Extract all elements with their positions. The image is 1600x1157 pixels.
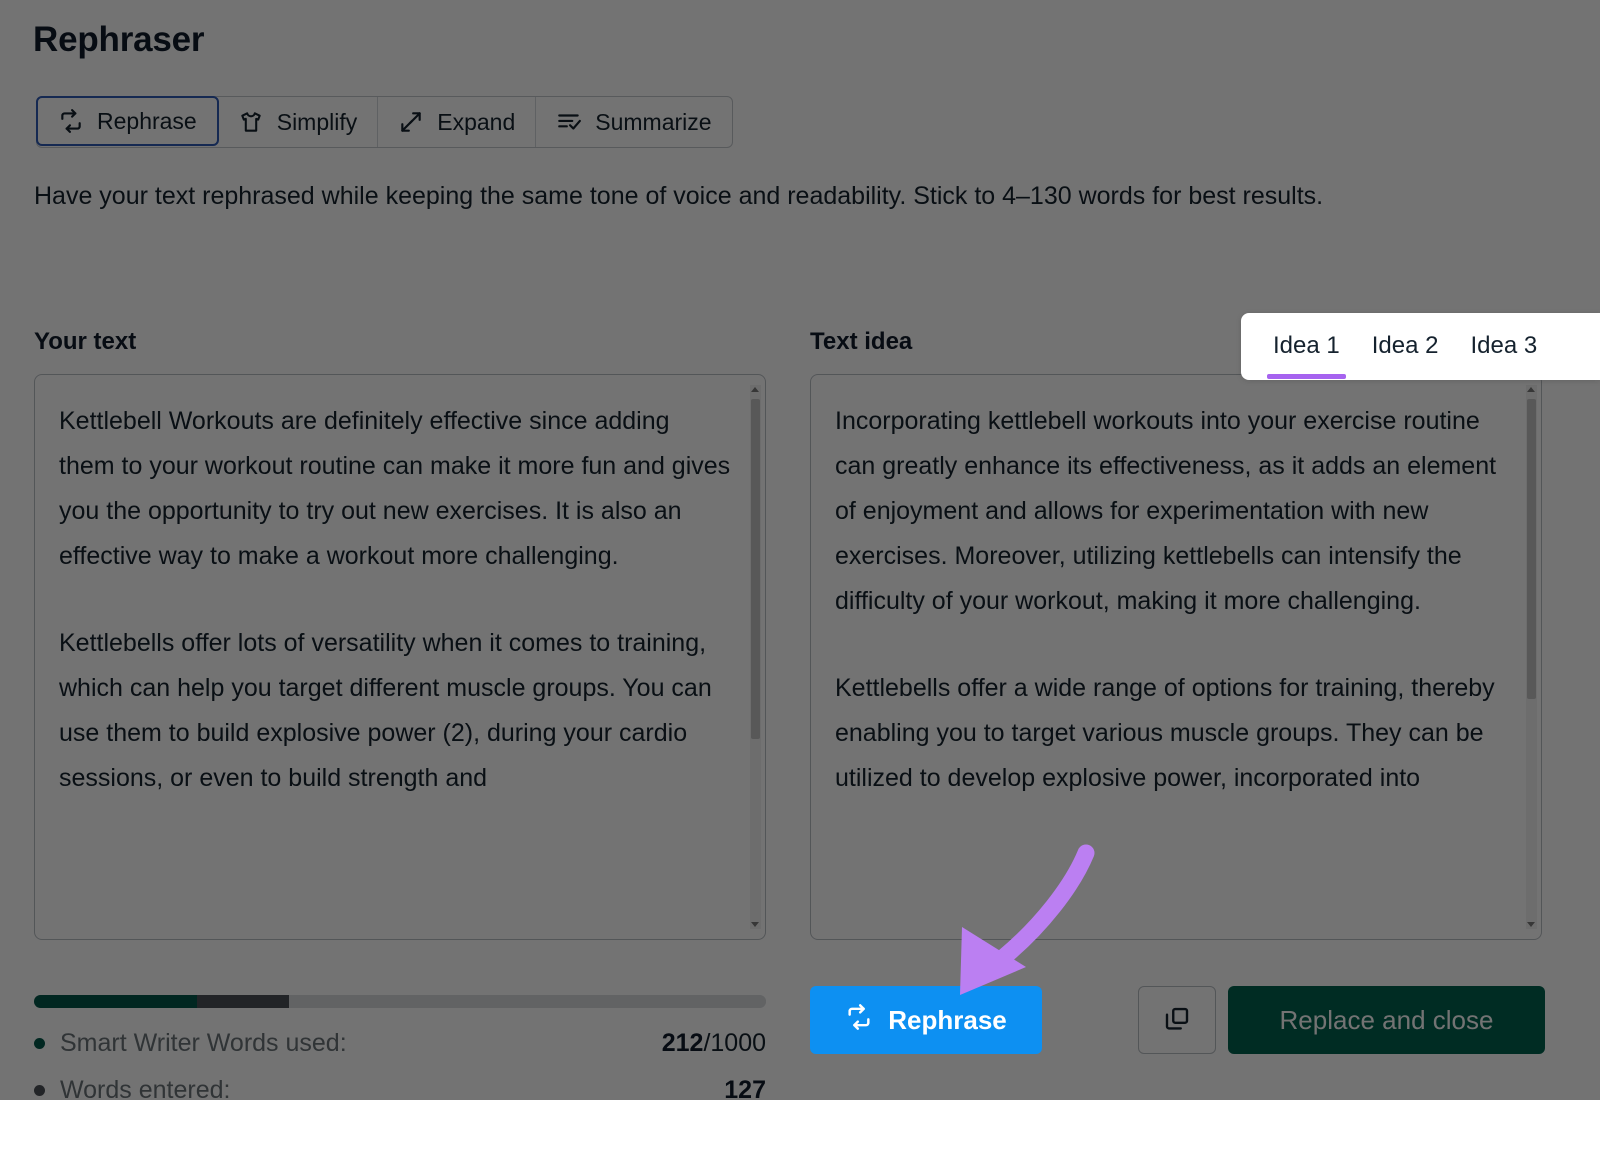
replace-and-close-label: Replace and close: [1280, 1005, 1494, 1036]
tab-simplify[interactable]: Simplify: [218, 97, 379, 147]
progress-segment-used: [34, 995, 197, 1008]
rephraser-modal: Rephraser Rephrase: [0, 0, 1600, 1157]
tab-simplify-label: Simplify: [277, 109, 358, 136]
tab-idea-3[interactable]: Idea 3: [1454, 316, 1553, 378]
scroll-up-arrow-icon[interactable]: [751, 387, 759, 392]
your-text-input[interactable]: Kettlebell Workouts are definitely effec…: [34, 374, 766, 940]
description-text: Have your text rephrased while keeping t…: [34, 178, 1534, 215]
replace-and-close-button[interactable]: Replace and close: [1228, 986, 1545, 1054]
stat-value: 212/1000: [662, 1029, 766, 1058]
rephrase-button[interactable]: Rephrase: [810, 986, 1042, 1054]
stat-row-smart-writer-words: Smart Writer Words used: 212/1000: [34, 1029, 766, 1058]
tab-rephrase[interactable]: Rephrase: [36, 96, 219, 146]
stat-label: Smart Writer Words used:: [60, 1029, 662, 1058]
page-bottom-area: [0, 1100, 1600, 1157]
rephrase-button-label: Rephrase: [888, 1005, 1007, 1036]
active-tab-underline: [1464, 374, 1543, 379]
copy-button[interactable]: [1138, 986, 1216, 1054]
progress-segment-entered: [197, 995, 289, 1008]
your-text-paragraph: Kettlebells offer lots of versatility wh…: [59, 621, 731, 801]
tab-idea-3-label: Idea 3: [1470, 332, 1537, 359]
expand-icon: [398, 109, 424, 135]
your-text-label: Your text: [34, 328, 766, 356]
stat-value-bold: 212: [662, 1029, 704, 1057]
mode-tab-group: Rephrase Simplify: [36, 96, 733, 148]
active-tab-underline: [1267, 374, 1346, 379]
rephrase-icon: [845, 1003, 873, 1038]
text-idea-paragraph: Incorporating kettlebell workouts into y…: [835, 399, 1507, 624]
rephrase-icon: [58, 108, 84, 134]
copy-icon: [1162, 1004, 1192, 1037]
progress-segment-remaining: [289, 995, 766, 1008]
usage-progress-bar: [34, 995, 766, 1008]
text-idea-paragraph: Kettlebells offer a wide range of option…: [835, 666, 1507, 801]
tab-summarize[interactable]: Summarize: [536, 97, 731, 147]
text-idea-output[interactable]: Incorporating kettlebell workouts into y…: [810, 374, 1542, 940]
page-title: Rephraser: [33, 20, 204, 60]
idea-tab-group: Idea 1 Idea 2 Idea 3: [1241, 313, 1600, 380]
scroll-down-arrow-icon[interactable]: [751, 922, 759, 927]
scrollbar-thumb[interactable]: [751, 399, 760, 739]
legend-dot-icon: [34, 1085, 45, 1096]
tab-idea-1-label: Idea 1: [1273, 332, 1340, 359]
tab-idea-1[interactable]: Idea 1: [1257, 316, 1356, 378]
legend-dot-icon: [34, 1038, 45, 1049]
your-text-column: Your text Kettlebell Workouts are defini…: [34, 328, 766, 940]
tab-expand-label: Expand: [437, 109, 515, 136]
your-text-paragraph: Kettlebell Workouts are definitely effec…: [59, 399, 731, 579]
tab-summarize-label: Summarize: [595, 109, 711, 136]
active-tab-underline: [1366, 374, 1445, 379]
scrollbar-thumb[interactable]: [1527, 399, 1536, 699]
tab-rephrase-label: Rephrase: [97, 108, 197, 135]
modal-content: Rephraser Rephrase: [0, 0, 1600, 1157]
text-idea-scrollbar[interactable]: [1526, 385, 1537, 929]
scroll-down-arrow-icon[interactable]: [1527, 922, 1535, 927]
tab-idea-2-label: Idea 2: [1372, 332, 1439, 359]
usage-stats: Smart Writer Words used: 212/1000 Words …: [34, 1029, 766, 1105]
text-idea-column: Text idea Incorporating kettlebell worko…: [810, 328, 1542, 940]
summarize-icon: [556, 109, 582, 135]
tab-idea-2[interactable]: Idea 2: [1356, 316, 1455, 378]
tab-expand[interactable]: Expand: [378, 97, 536, 147]
stat-value-rest: /1000: [703, 1029, 766, 1057]
your-text-scrollbar[interactable]: [750, 385, 761, 929]
tshirt-icon: [238, 109, 264, 135]
scroll-up-arrow-icon[interactable]: [1527, 387, 1535, 392]
